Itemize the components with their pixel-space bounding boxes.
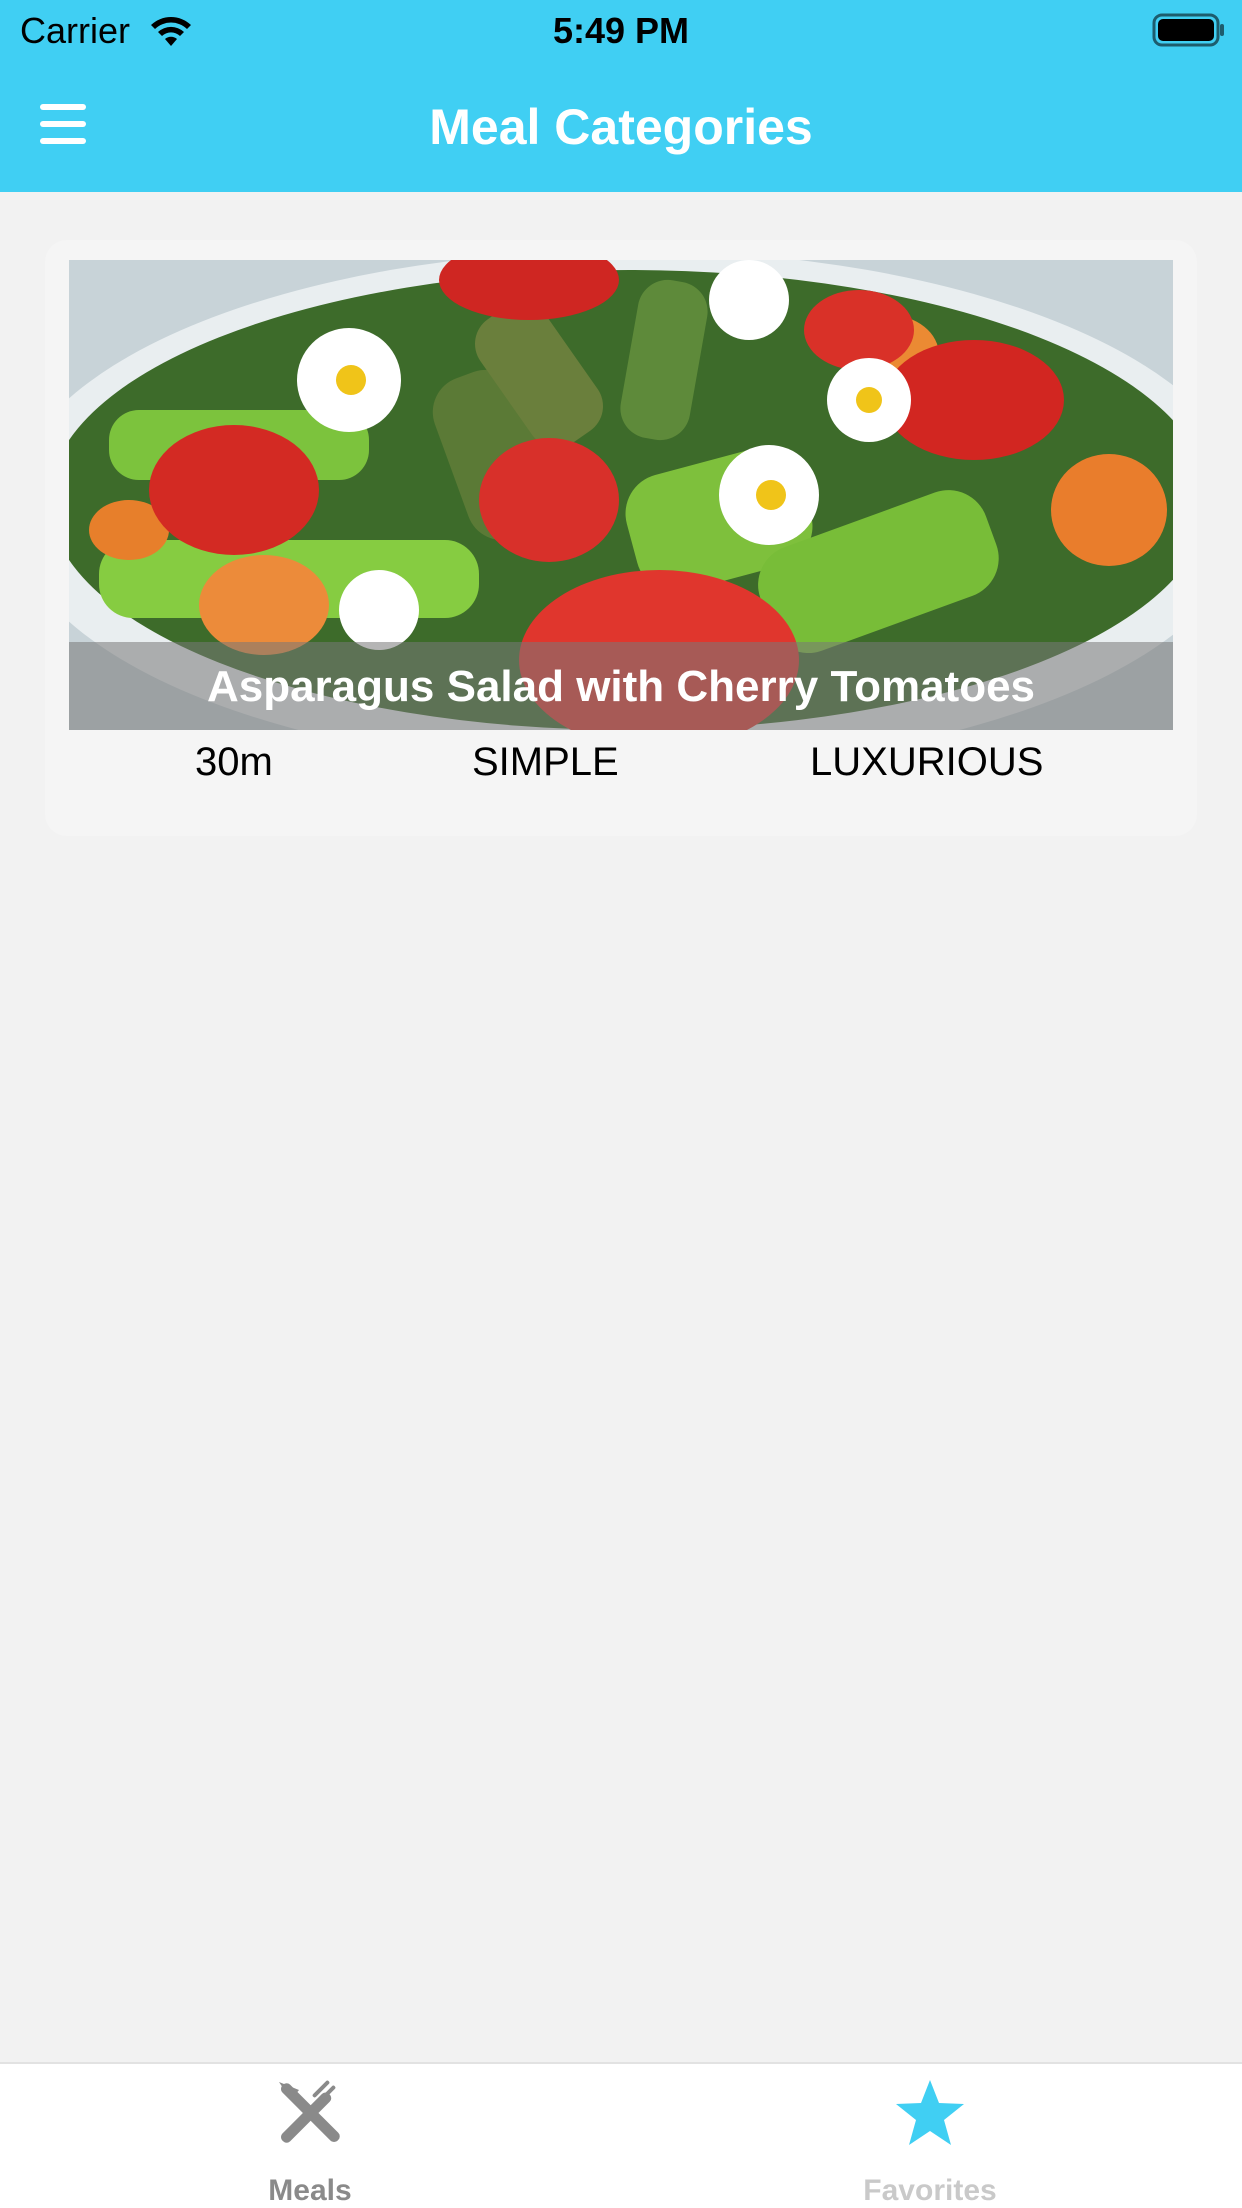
- meal-complexity: SIMPLE: [472, 740, 619, 784]
- page-title: Meal Categories: [429, 99, 813, 155]
- meal-affordability: LUXURIOUS: [810, 740, 1044, 784]
- meal-duration: 30m: [195, 740, 273, 784]
- app-screen: Carrier 5:49 PM Meal Categories Asparagu…: [0, 0, 1242, 2208]
- status-bar: Carrier 5:49 PM: [0, 0, 1242, 62]
- meal-details: 30m SIMPLE LUXURIOUS: [45, 740, 1197, 800]
- fork-knife-icon: [279, 2080, 340, 2143]
- meal-image: Asparagus Salad with Cherry Tomatoes: [69, 260, 1173, 730]
- status-time: 5:49 PM: [552, 10, 690, 51]
- navigation-bar: Meal Categories: [0, 62, 1242, 192]
- battery-icon: [1152, 13, 1224, 47]
- meal-title-overlay: Asparagus Salad with Cherry Tomatoes: [69, 642, 1173, 730]
- meal-title: Asparagus Salad with Cherry Tomatoes: [206, 662, 1036, 711]
- tab-bar: Meals Favorites: [0, 2062, 1242, 2208]
- meal-card[interactable]: Asparagus Salad with Cherry Tomatoes 30m…: [45, 240, 1197, 836]
- header: Carrier 5:49 PM Meal Categories: [0, 0, 1242, 192]
- tab-meals-label: Meals: [268, 2174, 352, 2207]
- tab-favorites-label: Favorites: [863, 2174, 997, 2207]
- tab-meals[interactable]: Meals: [160, 2064, 460, 2208]
- star-icon: [896, 2080, 964, 2145]
- tab-favorites[interactable]: Favorites: [780, 2064, 1080, 2208]
